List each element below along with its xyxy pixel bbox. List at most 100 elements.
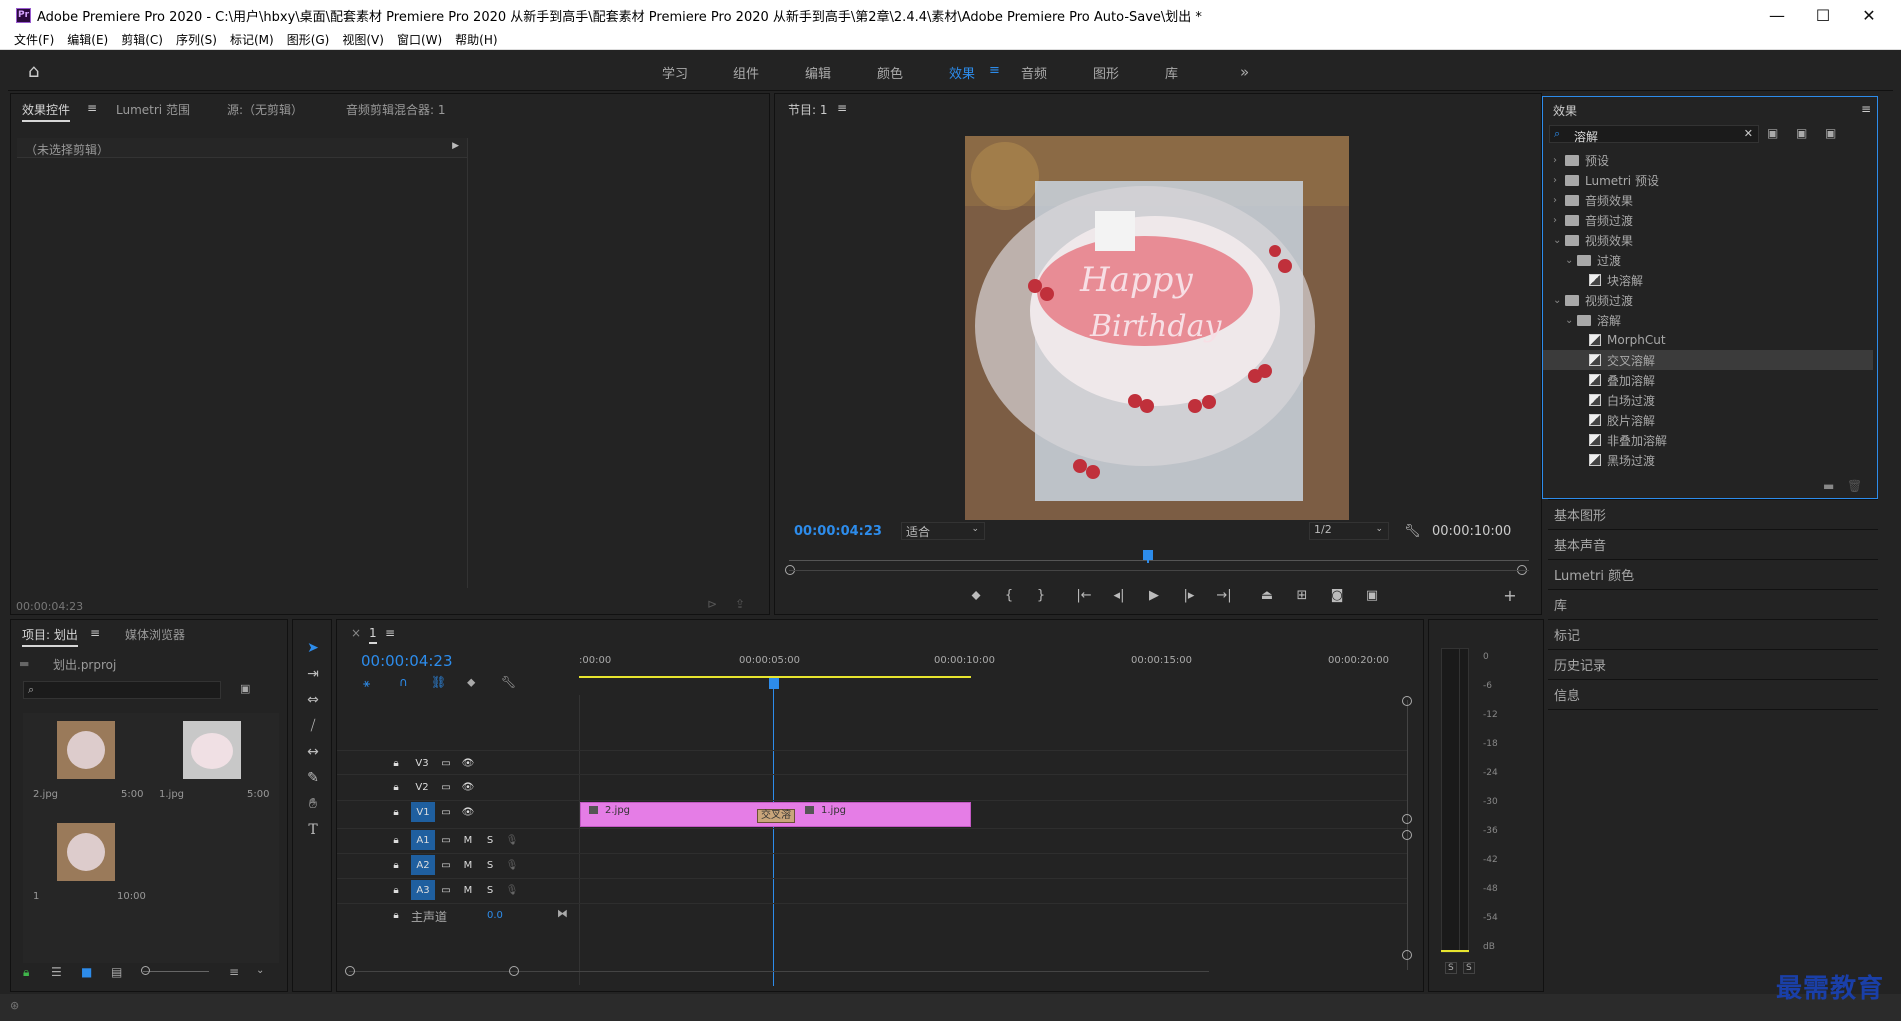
mark-out-icon[interactable]: }	[1029, 584, 1053, 606]
tab-media-browser[interactable]: 媒体浏览器	[125, 626, 185, 643]
go-to-end-icon[interactable]: ⧓	[557, 907, 568, 920]
expand-arrow-icon[interactable]: ▶	[452, 141, 459, 151]
menu-graphics[interactable]: 图形(G)	[287, 31, 330, 48]
clip-track-v1[interactable]: 2.jpg 1.jpg 交叉溶	[580, 802, 971, 827]
menu-file[interactable]: 文件(F)	[14, 31, 54, 48]
snap-icon[interactable]: ∩	[399, 675, 408, 689]
tree-item-audio-transitions[interactable]: › 音频过渡	[1543, 210, 1873, 230]
toggle-sync-lock-icon[interactable]: ▭	[437, 754, 455, 772]
lock-track-icon[interactable]: 🔒︎	[387, 881, 405, 899]
tree-item-lumetri-presets[interactable]: › Lumetri 预设	[1543, 170, 1873, 190]
panel-libraries[interactable]: 库	[1548, 589, 1878, 619]
nest-icon[interactable]: ⚹	[363, 676, 370, 691]
program-title[interactable]: 节目: 1	[788, 101, 828, 118]
vscroll-handle[interactable]	[1402, 814, 1412, 824]
pen-tool-icon[interactable]: ✎	[300, 767, 326, 789]
timeline-playhead-handle[interactable]	[769, 678, 779, 689]
menu-clip[interactable]: 剪辑(C)	[121, 31, 163, 48]
workspace-tab-audio[interactable]: 音频	[1021, 63, 1047, 82]
sequence-menu-icon[interactable]: ≡	[385, 626, 395, 640]
lock-track-icon[interactable]: 🔒︎	[387, 778, 405, 796]
camera-icon[interactable]: ◙	[1325, 584, 1349, 606]
tree-item-cross-dissolve[interactable]: 交叉溶解	[1543, 350, 1873, 370]
play-icon[interactable]: ▶	[1142, 584, 1166, 606]
linked-selection-icon[interactable]: ⛓︎	[431, 675, 446, 689]
tab-source[interactable]: 源:（无剪辑）	[227, 101, 303, 118]
maximize-button[interactable]: ☐	[1800, 0, 1846, 30]
lock-track-icon[interactable]: 🔒︎	[387, 754, 405, 772]
compare-view-icon[interactable]: ▣	[1360, 584, 1384, 606]
tab-menu-icon[interactable]: ≡	[87, 101, 97, 115]
solo-button[interactable]: S	[481, 831, 499, 849]
lock-track-icon[interactable]: 🔒︎	[387, 831, 405, 849]
extract-icon[interactable]: ⊞	[1290, 584, 1314, 606]
solo-left-button[interactable]: S	[1445, 962, 1457, 974]
tree-item-morphcut[interactable]: MorphCut	[1543, 330, 1873, 350]
tree-item-film-dissolve[interactable]: 胶片溶解	[1543, 410, 1873, 430]
mute-button[interactable]: M	[459, 881, 477, 899]
ripple-edit-tool-icon[interactable]: ⇔	[300, 689, 326, 711]
tree-item-presets[interactable]: › 预设	[1543, 150, 1873, 170]
razor-tool-icon[interactable]: ⧸	[300, 715, 326, 737]
clear-search-icon[interactable]: ✕	[1744, 127, 1753, 140]
workspace-tab-graphics[interactable]: 图形	[1093, 63, 1119, 82]
tree-item-dip-to-white[interactable]: 白场过渡	[1543, 390, 1873, 410]
microphone-icon[interactable]: 🎙︎	[503, 881, 521, 899]
effects-search-input[interactable]: ⌕ 溶解 ✕	[1549, 125, 1759, 144]
panel-markers[interactable]: 标记	[1548, 619, 1878, 649]
add-marker-icon[interactable]: ⬥	[467, 675, 475, 690]
fit-dropdown[interactable]: 适合 ⌄	[901, 522, 985, 540]
lock-track-icon[interactable]: 🔒︎	[387, 906, 405, 924]
mute-button[interactable]: M	[459, 856, 477, 874]
chevron-down-icon[interactable]: ⌄	[256, 965, 264, 976]
mute-button[interactable]: M	[459, 831, 477, 849]
mark-in-icon[interactable]: {	[997, 584, 1021, 606]
eye-icon[interactable]: 👁︎	[459, 778, 477, 796]
track-label-v3[interactable]: V3	[413, 754, 431, 772]
panel-info[interactable]: 信息	[1548, 679, 1878, 709]
tab-lumetri-scopes[interactable]: Lumetri 范围	[116, 101, 190, 118]
eye-icon[interactable]: 👁︎	[459, 754, 477, 772]
vscroll-handle[interactable]	[1402, 950, 1412, 960]
thumbnail-sequence-1[interactable]	[57, 823, 115, 881]
track-select-tool-icon[interactable]: ⇥	[300, 663, 326, 685]
panel-lumetri-color[interactable]: Lumetri 颜色	[1548, 559, 1878, 589]
step-back-icon[interactable]: ◂|	[1107, 584, 1131, 606]
tree-item-video-transitions[interactable]: ⌄ 视频过渡	[1543, 290, 1873, 310]
track-label-a1[interactable]: A1	[411, 830, 435, 850]
freeform-view-icon[interactable]: ▤	[111, 965, 122, 979]
wrench-icon[interactable]: 🔧︎	[1404, 524, 1421, 539]
slip-tool-icon[interactable]: ↔	[300, 741, 326, 763]
workspace-menu-icon[interactable]: ≡	[989, 63, 1000, 78]
go-to-out-icon[interactable]: →|	[1212, 584, 1236, 606]
timeline-timecode[interactable]: 00:00:04:23	[361, 652, 453, 670]
lift-icon[interactable]: ⏏	[1255, 584, 1279, 606]
add-button-icon[interactable]: +	[1498, 584, 1522, 606]
list-view-icon[interactable]: ☰	[51, 965, 62, 979]
sort-icon[interactable]: ≡	[229, 965, 239, 979]
program-menu-icon[interactable]: ≡	[837, 101, 847, 115]
workspace-tab-effects[interactable]: 效果	[949, 63, 975, 82]
solo-button[interactable]: S	[481, 856, 499, 874]
menu-edit[interactable]: 编辑(E)	[67, 31, 108, 48]
panel-essential-sound[interactable]: 基本声音	[1548, 529, 1878, 559]
scroll-handle-right[interactable]	[509, 966, 519, 976]
32bit-effects-icon[interactable]: ▣	[1796, 126, 1807, 140]
track-label-v2[interactable]: V2	[413, 778, 431, 796]
lock-track-icon[interactable]: 🔒︎	[387, 856, 405, 874]
panel-essential-graphics[interactable]: 基本图形	[1548, 499, 1878, 529]
minimize-button[interactable]: —	[1754, 0, 1800, 30]
type-tool-icon[interactable]: T	[300, 819, 326, 841]
workspace-tab-assembly[interactable]: 组件	[733, 63, 759, 82]
tab-effect-controls[interactable]: 效果控件	[22, 101, 71, 122]
filter-icon[interactable]: ⊳	[707, 597, 717, 611]
toggle-sync-lock-icon[interactable]: ▭	[437, 778, 455, 796]
time-ruler[interactable]: :00:00 00:00:05:00 00:00:10:00 00:00:15:…	[579, 655, 1389, 695]
close-button[interactable]: ✕	[1846, 0, 1892, 30]
home-icon[interactable]: ⌂	[28, 61, 48, 82]
master-volume[interactable]: 0.0	[487, 910, 503, 921]
accelerated-effects-icon[interactable]: ▣	[1767, 126, 1778, 140]
toggle-sync-lock-icon[interactable]: ▭	[437, 803, 455, 821]
workspace-overflow-icon[interactable]: »	[1240, 63, 1249, 81]
yuv-effects-icon[interactable]: ▣	[1825, 126, 1836, 140]
